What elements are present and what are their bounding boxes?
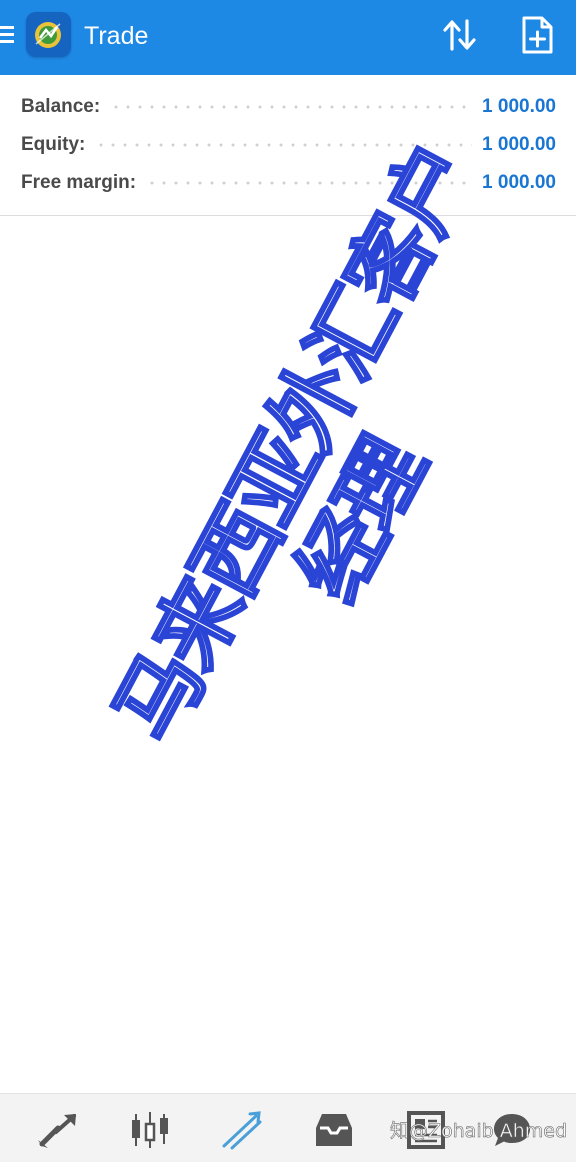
trade-icon[interactable] <box>220 1110 264 1150</box>
app-header: Trade <box>0 0 576 75</box>
free-margin-value: 1 000.00 <box>482 172 556 193</box>
balance-row: Balance: 1 000.00 <box>21 92 556 122</box>
account-summary: Balance: 1 000.00 Equity: 1 000.00 Free … <box>0 75 576 216</box>
quotes-arrows-icon[interactable] <box>36 1110 80 1150</box>
free-margin-label: Free margin: <box>21 172 137 193</box>
watermark-line-1: 马来西亚外汇客户 <box>95 129 494 758</box>
watermark-credit: 知@Zohaib Ahmed <box>390 1120 568 1143</box>
equity-row: Equity: 1 000.00 <box>21 130 556 160</box>
leader-dots <box>110 103 473 111</box>
leader-dots <box>146 179 473 187</box>
equity-label: Equity: <box>21 134 86 155</box>
leader-dots <box>95 141 473 149</box>
page-title: Trade <box>84 22 149 50</box>
balance-value: 1 000.00 <box>482 96 556 117</box>
history-inbox-icon[interactable] <box>312 1110 356 1150</box>
equity-value: 1 000.00 <box>482 134 556 155</box>
watermark-line-2: 经理 <box>277 424 445 619</box>
new-order-icon[interactable] <box>516 14 558 56</box>
balance-label: Balance: <box>21 96 101 117</box>
candlestick-chart-icon[interactable] <box>128 1110 172 1150</box>
sort-arrows-icon[interactable] <box>440 15 480 55</box>
metatrader-logo <box>26 12 71 57</box>
hamburger-icon[interactable] <box>0 24 16 46</box>
app-root: Trade Balance: 1 000.00 Equity: 1 000.00… <box>0 0 576 1162</box>
free-margin-row: Free margin: 1 000.00 <box>21 168 556 198</box>
